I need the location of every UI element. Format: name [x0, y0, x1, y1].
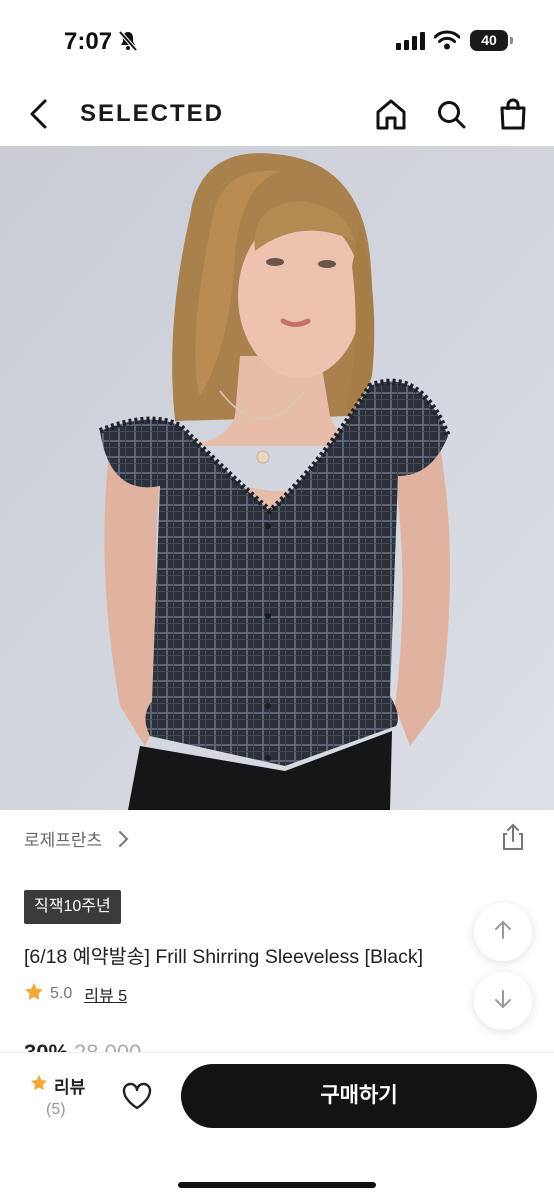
scroll-bottom-button[interactable] [474, 972, 532, 1030]
battery-icon: 40 [470, 30, 513, 51]
rating-row: 5.0 리뷰 5 [24, 982, 127, 1006]
top-header: SELECTED [0, 80, 554, 146]
chevron-right-icon[interactable] [116, 829, 130, 854]
review-count: (5) [46, 1101, 66, 1118]
bottom-action-bar: 리뷰 (5) 구매하기 [0, 1052, 554, 1200]
arrow-up-icon [492, 919, 514, 946]
review-link[interactable]: 리뷰 5 [84, 982, 127, 1006]
brand-link[interactable]: 로제프란츠 [24, 826, 102, 851]
header-brand[interactable]: SELECTED [80, 100, 224, 128]
search-icon[interactable] [432, 94, 470, 134]
buy-button[interactable]: 구매하기 [181, 1064, 537, 1128]
promo-tag: 직잭10주년 [24, 890, 121, 924]
status-bar: 7:07 40 [0, 0, 554, 80]
arrow-down-icon [492, 988, 514, 1015]
scroll-top-button[interactable] [474, 903, 532, 961]
shopping-bag-icon[interactable] [494, 94, 532, 134]
star-icon [24, 982, 44, 1007]
product-photo[interactable] [0, 146, 554, 810]
home-icon[interactable] [372, 94, 410, 134]
back-chevron-icon[interactable] [22, 94, 56, 134]
review-label: 리뷰 [54, 1078, 86, 1097]
review-summary[interactable]: 리뷰 [30, 1073, 85, 1098]
product-title: [6/18 예약발송] Frill Shirring Sleeveless [B… [24, 946, 424, 968]
share-icon[interactable] [498, 822, 528, 857]
heart-icon[interactable] [120, 1081, 154, 1116]
signal-icon [396, 32, 426, 55]
status-time: 7:07 [64, 28, 113, 55]
bell-slash-icon [118, 30, 138, 57]
star-icon [30, 1074, 48, 1097]
wifi-icon [433, 30, 461, 55]
home-indicator [178, 1182, 376, 1188]
rating-score: 5.0 [50, 985, 73, 1002]
